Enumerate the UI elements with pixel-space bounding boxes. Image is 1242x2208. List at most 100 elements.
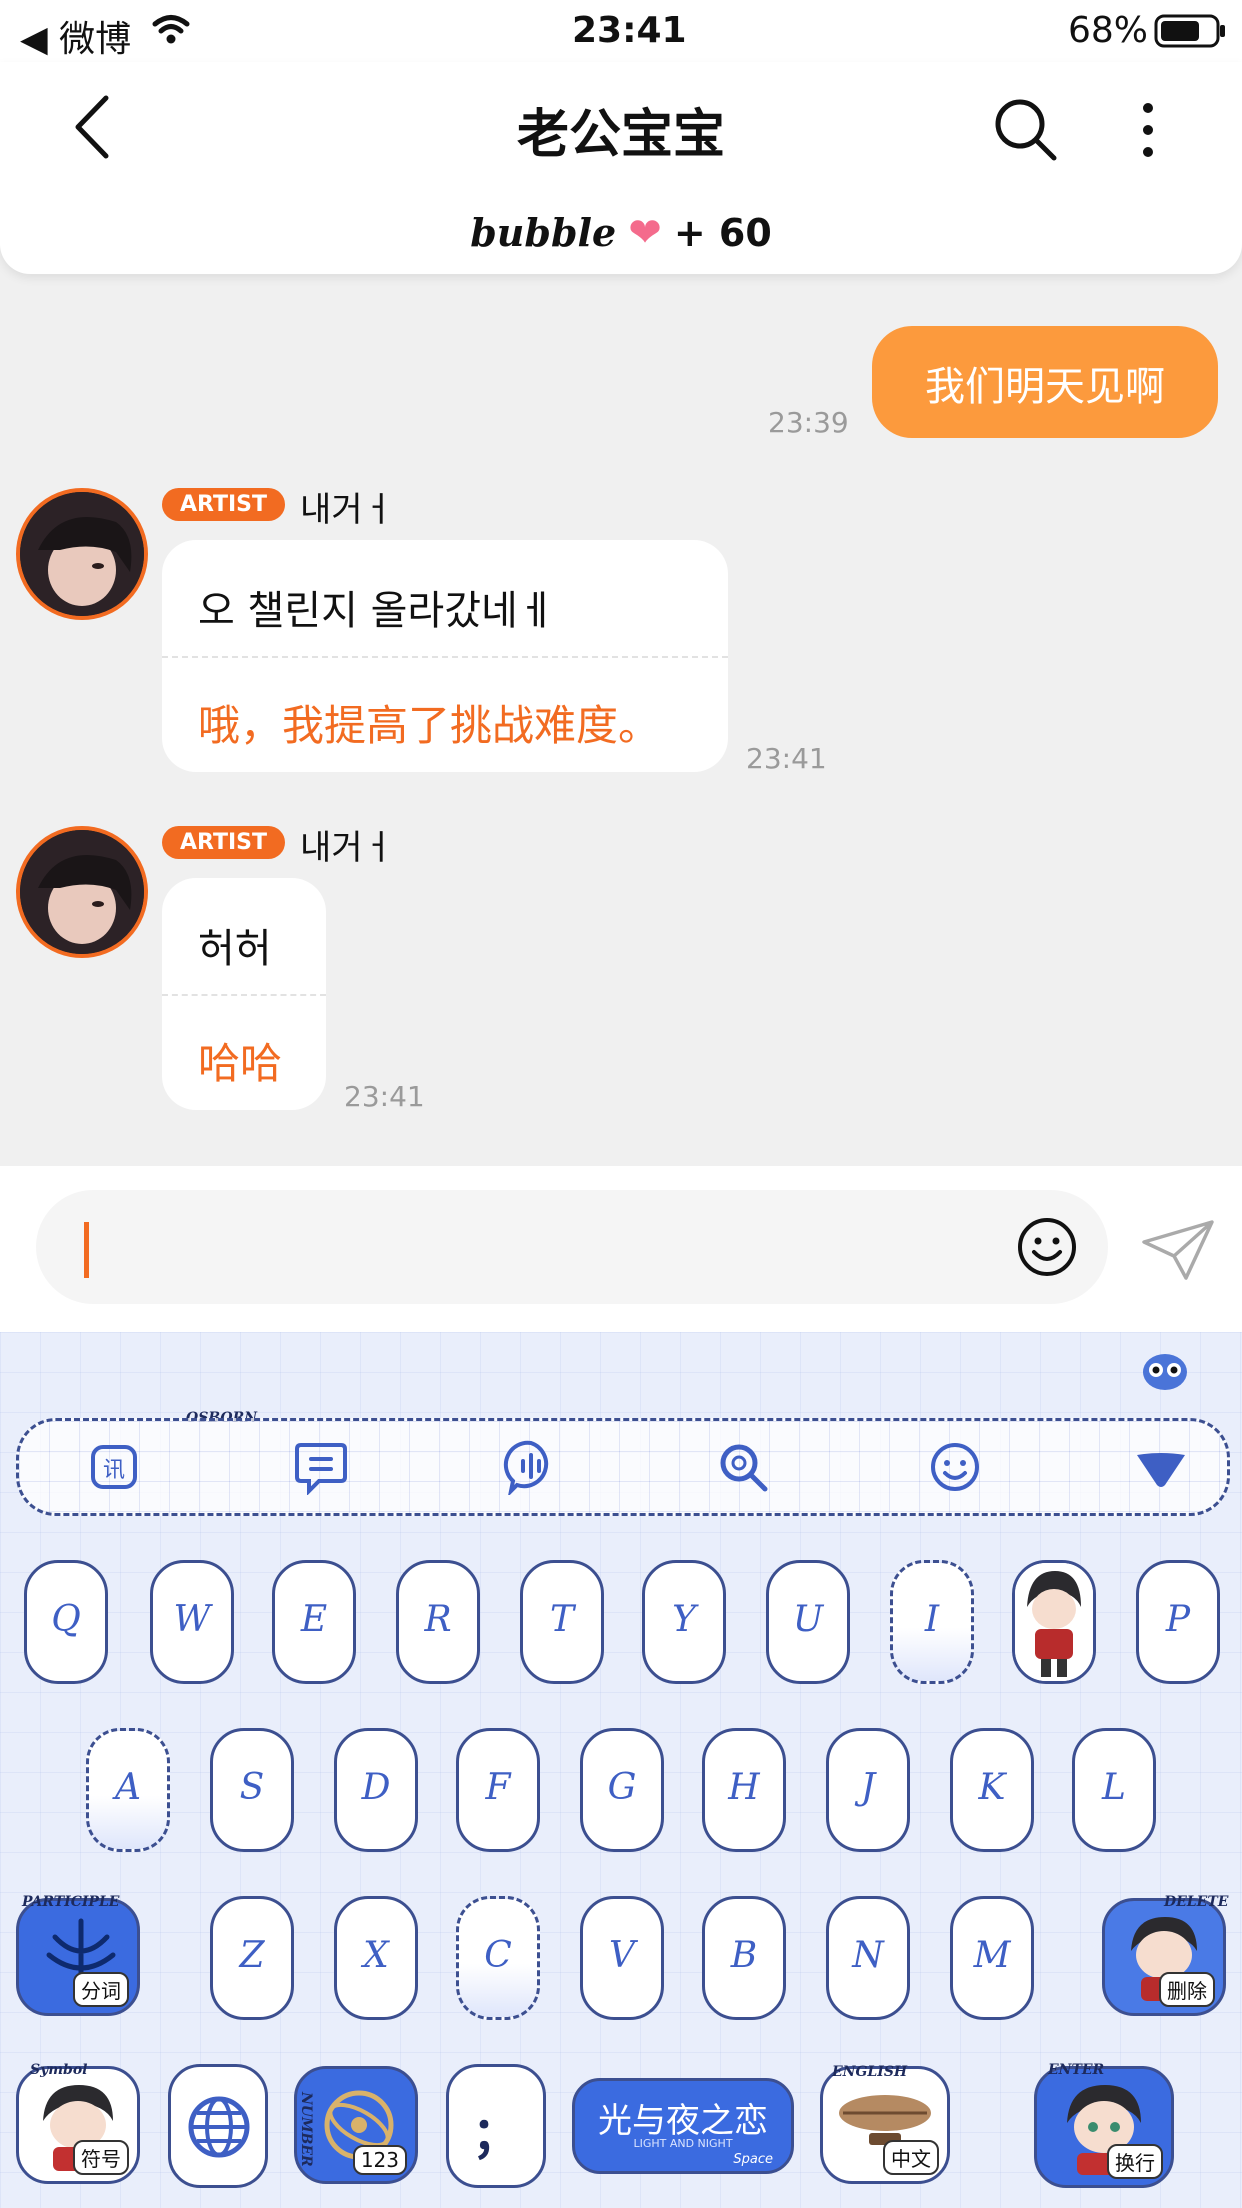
search-icon[interactable] xyxy=(715,1439,771,1495)
artist-badge: ARTIST xyxy=(162,826,286,859)
space-subtitle: LIGHT AND NIGHT xyxy=(633,2137,733,2150)
translation-text: 哈哈 xyxy=(198,1039,283,1088)
keyboard: OSBORN 讯 Q W E R T Y U I xyxy=(0,1332,1242,2208)
collapse-keyboard-icon[interactable] xyxy=(1133,1439,1189,1495)
key-q[interactable]: Q xyxy=(24,1560,108,1684)
key-t[interactable]: T xyxy=(520,1560,604,1684)
key-o[interactable] xyxy=(1012,1560,1096,1684)
artist-badge: ARTIST xyxy=(162,488,286,521)
enter-key[interactable]: 换行 xyxy=(1034,2066,1174,2188)
key-p[interactable]: P xyxy=(1136,1560,1220,1684)
artist-name: 내거ㅓ xyxy=(300,490,394,530)
key-e[interactable]: E xyxy=(272,1560,356,1684)
more-options-icon[interactable] xyxy=(1140,100,1156,160)
mascot-icon[interactable] xyxy=(1140,1350,1190,1394)
avatar[interactable] xyxy=(16,826,148,958)
message-time: 23:41 xyxy=(746,742,827,775)
heart-icon: ❤ xyxy=(628,210,662,256)
my-message-bubble[interactable]: 我们明天见啊 xyxy=(872,326,1218,438)
participle-label: 分词 xyxy=(73,1972,129,2007)
artist-photo xyxy=(20,830,144,954)
delete-label: 删除 xyxy=(1159,1972,1215,2007)
semicolon-label: ； xyxy=(471,2107,520,2163)
language-tag: ENGLISH xyxy=(832,2064,908,2080)
back-to-app[interactable]: ◀ 微博 xyxy=(20,10,131,62)
artist-photo xyxy=(20,492,144,616)
heart-count: + 60 xyxy=(673,211,772,255)
key-i[interactable]: I xyxy=(890,1560,974,1684)
text-cursor xyxy=(84,1222,89,1278)
key-b[interactable]: B xyxy=(702,1896,786,2020)
delete-tag: DELETE xyxy=(1164,1894,1229,1910)
emoji-icon[interactable] xyxy=(927,1439,983,1495)
bubble-brand: bubble xyxy=(470,210,617,255)
key-y[interactable]: Y xyxy=(642,1560,726,1684)
key-l[interactable]: L xyxy=(1072,1728,1156,1852)
symbol-label: 符号 xyxy=(73,2140,129,2175)
participle-key[interactable]: 分词 xyxy=(16,1898,140,2016)
artist-message-bubble[interactable]: 오 챌린지 올라갔네ㅔ 哦，我提高了挑战难度。 xyxy=(162,540,728,772)
key-f[interactable]: F xyxy=(456,1728,540,1852)
space-title: 光与夜之恋 xyxy=(598,2101,768,2141)
battery-percent: 68% xyxy=(1068,10,1149,51)
symbol-tag: Symbol xyxy=(30,2062,88,2078)
voice-icon[interactable] xyxy=(503,1439,559,1495)
chat-area: 我们明天见啊 23:39 ARTIST 내거ㅓ 오 챌린지 올라갔네ㅔ 哦，我提… xyxy=(0,274,1242,1166)
participle-tag: PARTICIPLE xyxy=(22,1894,120,1910)
key-c[interactable]: C xyxy=(456,1896,540,2020)
battery-icon xyxy=(1154,14,1225,48)
key-s[interactable]: S xyxy=(210,1728,294,1852)
delete-key[interactable]: 删除 xyxy=(1102,1898,1226,2016)
chat-header: 老公宝宝 bubble ❤ + 60 xyxy=(0,62,1242,274)
clipboard-icon[interactable] xyxy=(293,1439,349,1495)
message-time: 23:41 xyxy=(344,1080,425,1113)
enter-tag: ENTER xyxy=(1048,2062,1105,2078)
korean-text: 허허 xyxy=(198,926,272,972)
my-message-text: 我们明天见啊 xyxy=(925,364,1165,410)
avatar[interactable] xyxy=(16,488,148,620)
key-n[interactable]: N xyxy=(826,1896,910,2020)
divider xyxy=(162,656,728,658)
key-z[interactable]: Z xyxy=(210,1896,294,2020)
divider xyxy=(162,994,326,996)
key-j[interactable]: J xyxy=(826,1728,910,1852)
artist-message-bubble[interactable]: 허허 哈哈 xyxy=(162,878,326,1110)
key-w[interactable]: W xyxy=(150,1560,234,1684)
semicolon-key[interactable]: ； xyxy=(446,2064,546,2188)
emoji-icon[interactable] xyxy=(1016,1216,1078,1278)
key-r[interactable]: R xyxy=(396,1560,480,1684)
wifi-icon xyxy=(152,15,190,44)
language-label: 中文 xyxy=(883,2140,939,2175)
number-label: 123 xyxy=(352,2145,407,2175)
key-d[interactable]: D xyxy=(334,1728,418,1852)
key-v[interactable]: V xyxy=(580,1896,664,2020)
key-g[interactable]: G xyxy=(580,1728,664,1852)
input-bar xyxy=(0,1166,1242,1332)
globe-icon xyxy=(188,2096,250,2158)
space-key[interactable]: 光与夜之恋 LIGHT AND NIGHT Space xyxy=(572,2078,794,2174)
message-time: 23:39 xyxy=(768,406,849,439)
key-a[interactable]: A xyxy=(86,1728,170,1852)
chibi-character-icon xyxy=(1015,1563,1093,1681)
message-input[interactable] xyxy=(36,1190,1108,1304)
number-tag: NUMBER xyxy=(298,2092,314,2167)
space-tag: Space xyxy=(733,2152,773,2167)
svg-text:讯: 讯 xyxy=(103,1458,125,1483)
xunfei-icon[interactable]: 讯 xyxy=(87,1439,143,1495)
translation-text: 哦，我提高了挑战难度。 xyxy=(198,701,661,750)
clock: 23:41 xyxy=(572,10,687,51)
keyboard-toolbar: 讯 xyxy=(16,1418,1230,1516)
globe-key[interactable] xyxy=(168,2064,268,2188)
key-u[interactable]: U xyxy=(766,1560,850,1684)
search-icon[interactable] xyxy=(994,98,1058,162)
language-key[interactable]: 中文 xyxy=(820,2066,950,2184)
key-x[interactable]: X xyxy=(334,1896,418,2020)
korean-text: 오 챌린지 올라갔네ㅔ xyxy=(198,588,555,634)
key-k[interactable]: K xyxy=(950,1728,1034,1852)
key-m[interactable]: M xyxy=(950,1896,1034,2020)
send-icon[interactable] xyxy=(1140,1218,1216,1282)
status-bar: ◀ 微博 23:41 68% xyxy=(0,0,1242,62)
bubble-heart-counter: bubble ❤ + 60 xyxy=(0,210,1242,256)
key-h[interactable]: H xyxy=(702,1728,786,1852)
symbol-key[interactable]: 符号 xyxy=(16,2066,140,2184)
